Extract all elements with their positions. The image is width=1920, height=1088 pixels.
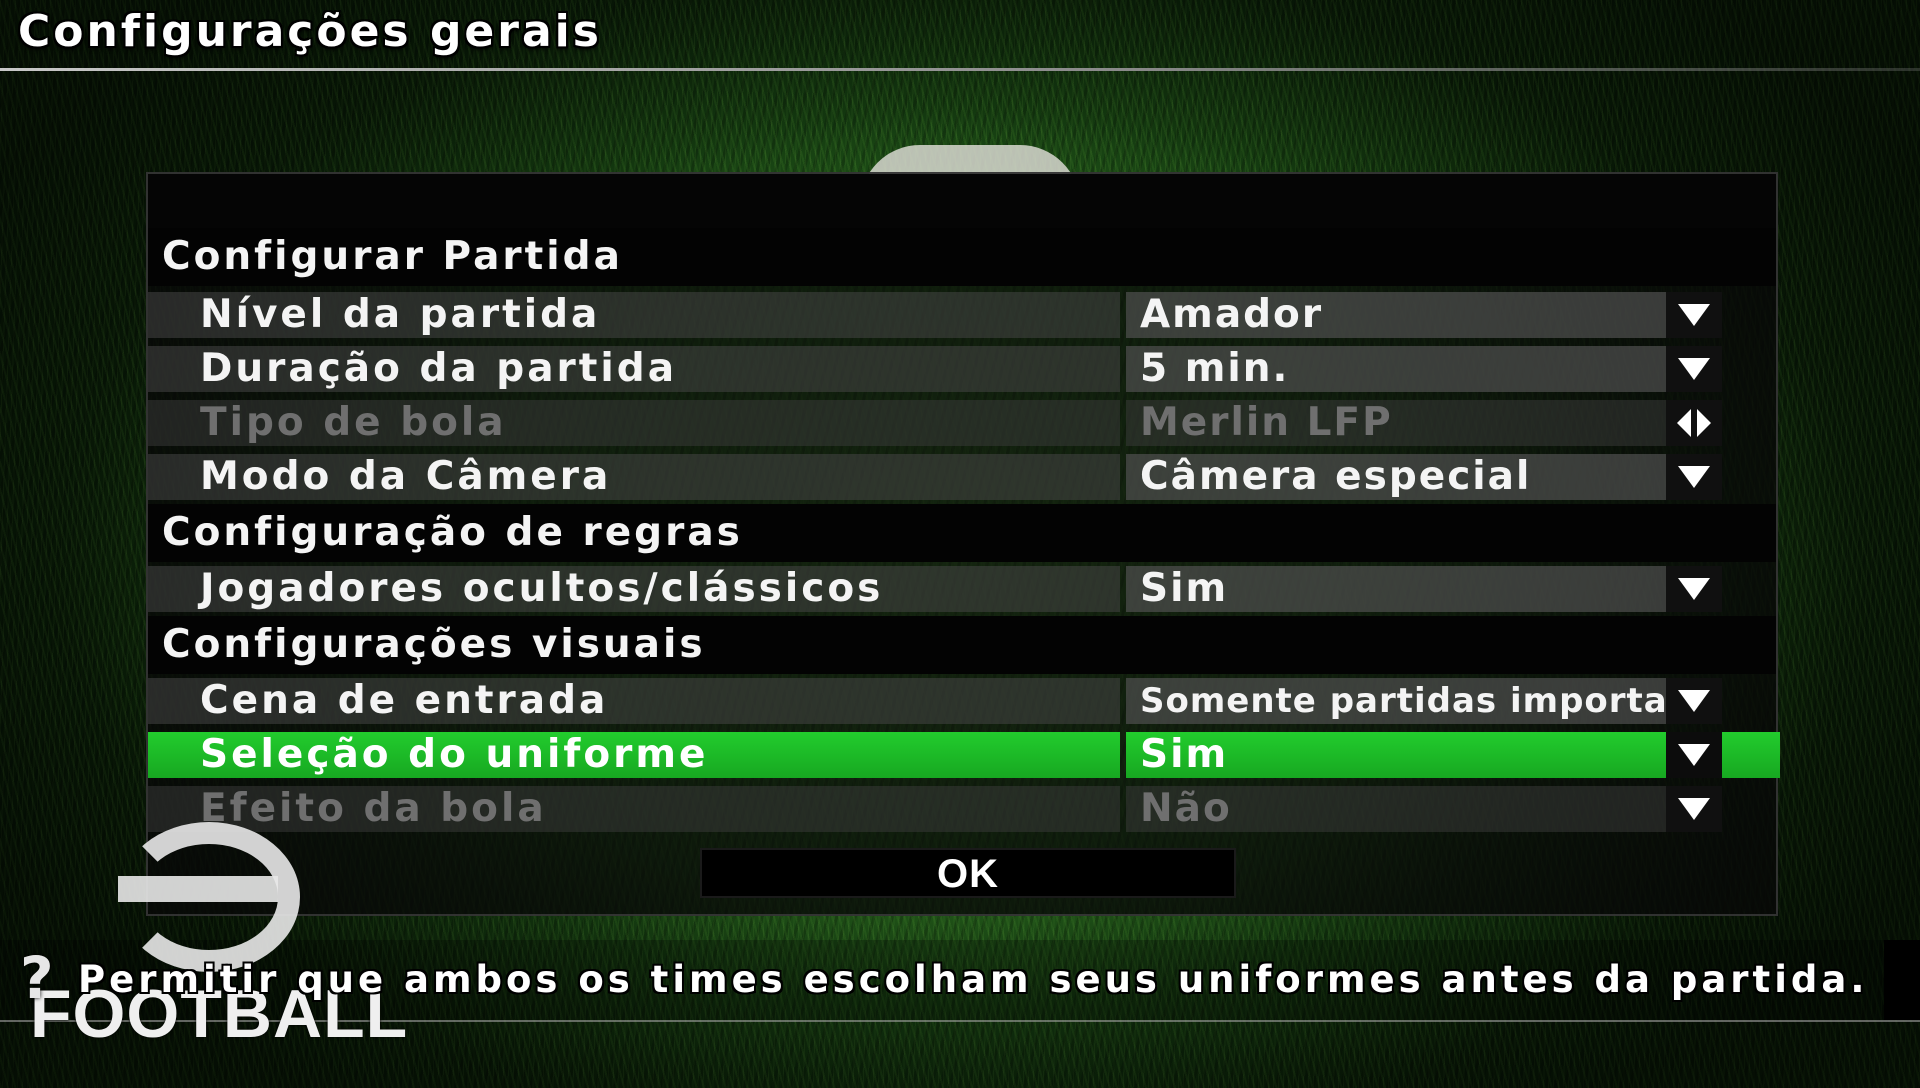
setting-label: Nível da partida <box>148 292 1120 338</box>
dropdown-arrow-icon[interactable] <box>1666 346 1722 392</box>
setting-row-match-level[interactable]: Nível da partida Amador <box>148 288 1776 342</box>
setting-row-ball-effect: Efeito da bola Não <box>148 782 1776 836</box>
setting-row-entrance-scene[interactable]: Cena de entrada Somente partidas importa… <box>148 674 1776 728</box>
setting-label: Cena de entrada <box>148 678 1120 724</box>
setting-value[interactable]: Sim <box>1126 732 1666 778</box>
setting-row-hidden-players[interactable]: Jogadores ocultos/clássicos Sim <box>148 562 1776 616</box>
setting-label: Modo da Câmera <box>148 454 1120 500</box>
section-header-match: Configurar Partida <box>148 228 1776 286</box>
settings-panel: Configurar Partida Nível da partida Amad… <box>146 172 1780 916</box>
setting-value[interactable]: Sim <box>1126 566 1666 612</box>
setting-value[interactable]: 5 min. <box>1126 346 1666 392</box>
setting-row-kit-selection[interactable]: Seleção do uniforme Sim <box>148 728 1780 782</box>
setting-value[interactable]: Amador <box>1126 292 1666 338</box>
dropdown-arrow-icon[interactable] <box>1666 454 1722 500</box>
help-question-icon: ? <box>20 944 54 1012</box>
screen-title: Configurações gerais <box>18 6 602 57</box>
help-text: Permitir que ambos os times escolham seu… <box>78 958 1869 1001</box>
setting-label: Duração da partida <box>148 346 1120 392</box>
panel-header <box>148 174 1776 228</box>
logo-bar-icon <box>118 876 278 902</box>
setting-value[interactable]: Câmera especial <box>1126 454 1666 500</box>
selection-highlight <box>1722 732 1780 778</box>
setting-label: Efeito da bola <box>148 786 1120 832</box>
setting-value: Merlin LFP <box>1126 400 1666 446</box>
dropdown-arrow-icon[interactable] <box>1666 732 1722 778</box>
setting-value[interactable]: Somente partidas importantes <box>1126 678 1666 724</box>
title-divider <box>0 68 1920 71</box>
dropdown-arrow-icon <box>1666 786 1722 832</box>
setting-row-camera-mode[interactable]: Modo da Câmera Câmera especial <box>148 450 1776 504</box>
left-right-arrows-icon <box>1666 400 1722 446</box>
right-edge-block <box>1884 940 1920 1020</box>
dropdown-arrow-icon[interactable] <box>1666 292 1722 338</box>
section-header-visual: Configurações visuais <box>148 616 1776 674</box>
dropdown-arrow-icon[interactable] <box>1666 566 1722 612</box>
setting-row-match-duration[interactable]: Duração da partida 5 min. <box>148 342 1776 396</box>
setting-row-ball-type: Tipo de bola Merlin LFP <box>148 396 1776 450</box>
setting-label: Jogadores ocultos/clássicos <box>148 566 1120 612</box>
setting-value: Não <box>1126 786 1666 832</box>
section-header-rules: Configuração de regras <box>148 504 1776 562</box>
dropdown-arrow-icon[interactable] <box>1666 678 1722 724</box>
ok-button[interactable]: OK <box>700 848 1236 898</box>
setting-label: Seleção do uniforme <box>148 732 1120 778</box>
setting-label: Tipo de bola <box>148 400 1120 446</box>
